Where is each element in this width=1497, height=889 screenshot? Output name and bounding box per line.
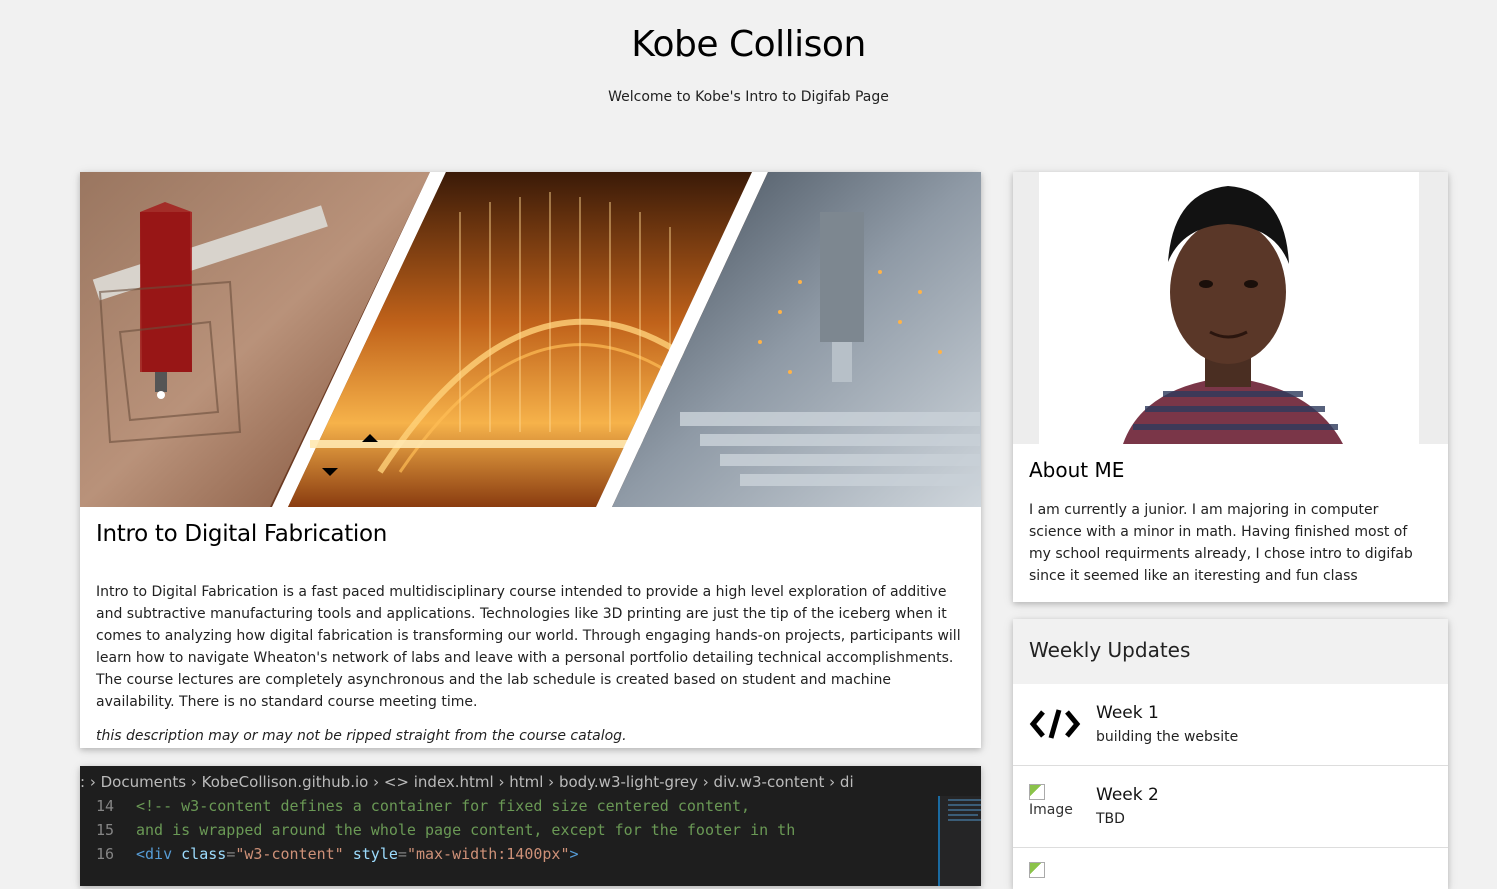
profile-photo <box>1013 172 1448 444</box>
update-description: building the website <box>1096 729 1239 745</box>
editor-minimap <box>938 796 981 886</box>
weekly-updates-header: Weekly Updates <box>1013 619 1448 684</box>
course-card: Intro to Digital Fabrication Intro to Di… <box>80 172 981 748</box>
page-title: Kobe Collison <box>631 24 866 65</box>
editor-breadcrumb: : › Documents › KobeCollison.github.io ›… <box>80 773 854 791</box>
about-card: About ME I am currently a junior. I am m… <box>1013 172 1448 602</box>
course-description: Intro to Digital Fabrication is a fast p… <box>96 584 961 710</box>
list-item[interactable]: Image Week 2 TBD <box>1013 766 1448 848</box>
code-line: 15 and is wrapped around the whole page c… <box>95 821 796 839</box>
broken-image-icon: Image <box>1029 784 1073 818</box>
update-description: TBD <box>1096 811 1125 827</box>
course-note: this description may or may not be rippe… <box>96 728 627 744</box>
update-week: Week 2 <box>1096 785 1159 805</box>
about-text: I am currently a junior. I am majoring i… <box>1029 502 1413 584</box>
page-subtitle: Welcome to Kobe's Intro to Digifab Page <box>608 89 889 105</box>
weekly-updates-title: Weekly Updates <box>1029 638 1191 662</box>
update-week: Week 1 <box>1096 703 1159 723</box>
code-line: 16 <div class="w3-content" style="max-wid… <box>95 845 579 863</box>
course-title: Intro to Digital Fabrication <box>96 521 388 547</box>
code-screenshot: : › Documents › KobeCollison.github.io ›… <box>80 766 981 886</box>
code-line: 14 <!-- w3-content defines a container fo… <box>95 797 751 815</box>
list-item[interactable]: Week 1 building the website <box>1013 684 1448 766</box>
code-icon <box>1029 702 1081 746</box>
weekly-updates-card: Weekly Updates Week 1 building the websi… <box>1013 619 1448 889</box>
about-title: About ME <box>1029 458 1125 482</box>
broken-image-icon <box>1029 862 1045 880</box>
digital-fabrication-collage <box>80 172 981 507</box>
